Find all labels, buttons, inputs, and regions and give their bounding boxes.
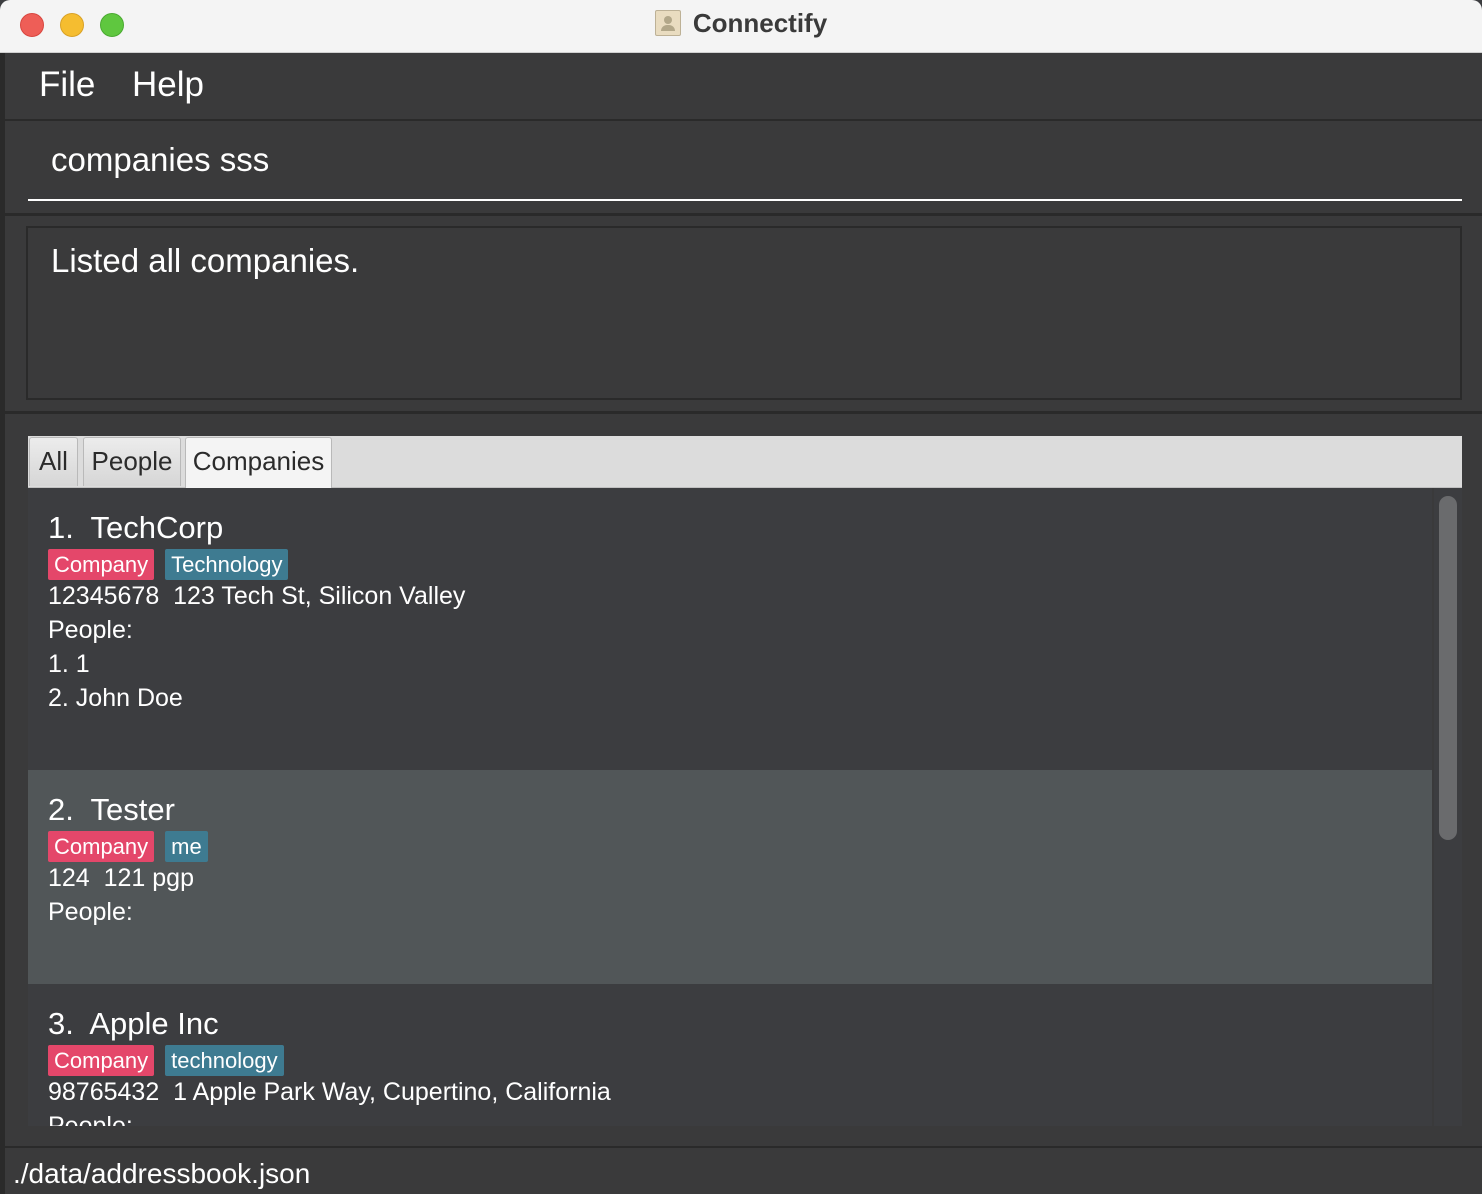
company-card[interactable]: 2. Tester Company me 124 121 pgp People: xyxy=(28,770,1432,984)
window-title-group: Connectify xyxy=(0,8,1482,39)
list-scrollbar[interactable] xyxy=(1434,488,1462,1126)
menu-file[interactable]: File xyxy=(39,65,95,105)
window-title: Connectify xyxy=(692,8,828,38)
status-bar: ./data/addressbook.json xyxy=(5,1146,1482,1194)
company-card[interactable]: 3. Apple Inc Company technology 98765432 … xyxy=(28,984,1432,1126)
tag-list: Company Technology xyxy=(48,549,299,580)
people-label: People: xyxy=(48,1112,133,1126)
tag: Company xyxy=(48,831,155,862)
people-label: People: xyxy=(48,616,133,644)
person-entry: 2. John Doe xyxy=(48,684,183,712)
menu-help[interactable]: Help xyxy=(132,65,204,105)
company-details: 124 121 pgp xyxy=(48,864,194,892)
title-bar: Connectify xyxy=(0,0,1482,53)
scrollbar-thumb[interactable] xyxy=(1439,496,1457,840)
tab-people[interactable]: People xyxy=(83,437,181,486)
result-display: Listed all companies. xyxy=(26,226,1462,400)
company-card[interactable]: 1. TechCorp Company Technology 12345678 1… xyxy=(28,488,1432,770)
tag: Technology xyxy=(165,549,289,580)
company-name: 2. Tester xyxy=(48,792,175,827)
tag: technology xyxy=(165,1045,284,1076)
menu-bar: File Help xyxy=(5,53,1482,121)
tag: Company xyxy=(48,1045,155,1076)
company-details: 98765432 1 Apple Park Way, Cupertino, Ca… xyxy=(48,1078,611,1106)
tag-list: Company me xyxy=(48,831,219,862)
app-window: Connectify File Help Listed all companie… xyxy=(0,0,1482,1194)
company-list[interactable]: 1. TechCorp Company Technology 12345678 1… xyxy=(28,488,1432,1126)
tab-bar: All People Companies xyxy=(28,436,1462,488)
command-input[interactable] xyxy=(28,121,1462,201)
list-panel: All People Companies 1. TechCorp Company… xyxy=(5,414,1482,1146)
tab-all[interactable]: All xyxy=(29,437,78,486)
people-label: People: xyxy=(48,898,133,926)
result-message: Listed all companies. xyxy=(51,242,360,279)
tag: me xyxy=(165,831,208,862)
tag: Company xyxy=(48,549,155,580)
company-name: 3. Apple Inc xyxy=(48,1006,219,1041)
command-box-area xyxy=(5,121,1482,216)
company-details: 12345678 123 Tech St, Silicon Valley xyxy=(48,582,466,610)
tag-list: Company technology xyxy=(48,1045,295,1076)
address-book-icon xyxy=(654,10,681,36)
company-name: 1. TechCorp xyxy=(48,510,224,545)
tab-companies[interactable]: Companies xyxy=(185,437,332,488)
data-file-path: ./data/addressbook.json xyxy=(13,1158,311,1189)
person-entry: 1. 1 xyxy=(48,650,90,678)
result-display-area: Listed all companies. xyxy=(5,216,1482,414)
